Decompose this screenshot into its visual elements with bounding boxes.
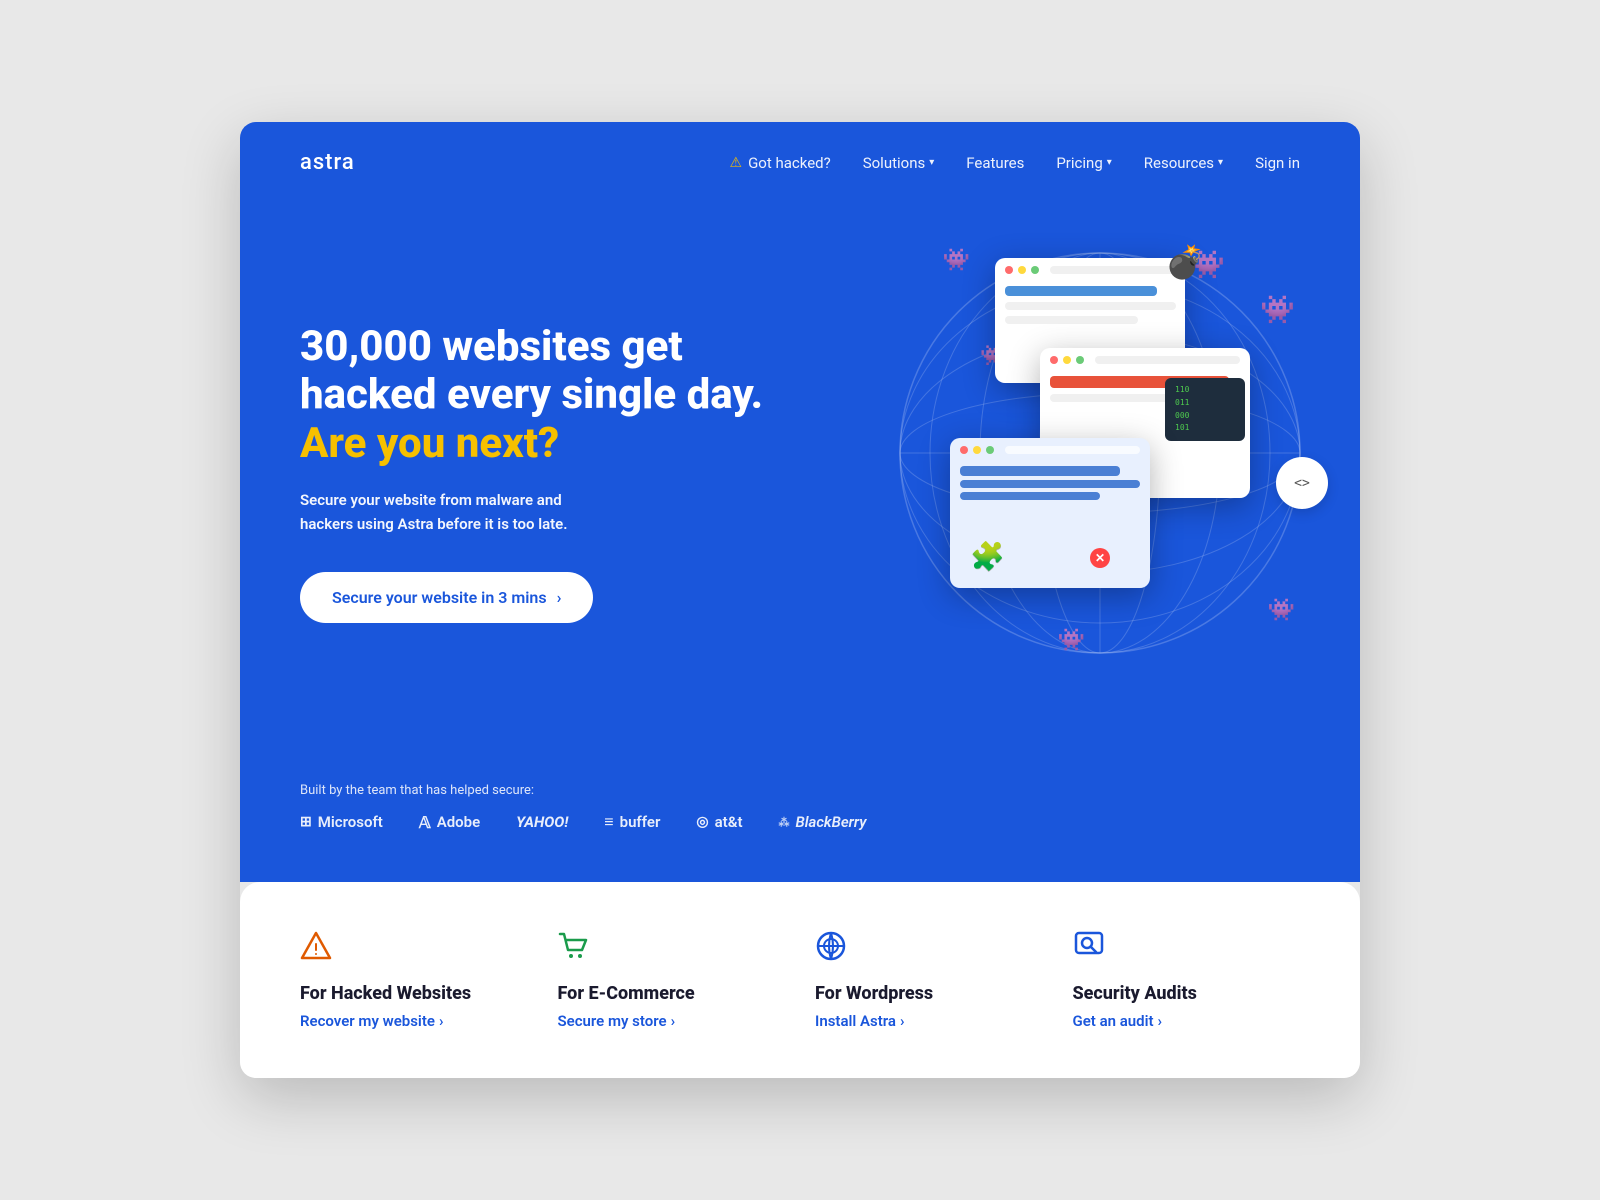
hero-title: 30,000 websites get hacked every single …	[300, 323, 800, 468]
code-arrow-icon: <>	[1294, 476, 1310, 491]
buffer-icon: ≡	[604, 812, 613, 832]
chevron-down-icon: ▾	[1107, 157, 1112, 168]
hero-text: 30,000 websites get hacked every single …	[300, 323, 800, 623]
nav-features[interactable]: Features	[966, 154, 1024, 172]
trusted-section: Built by the team that has helped secure…	[300, 763, 1300, 882]
logo-att: ◎ at&t	[696, 813, 742, 831]
warning-icon	[300, 930, 528, 969]
logo-blackberry: ⁂ BlackBerry	[779, 813, 867, 831]
bug-monster-5: 👾	[1260, 293, 1295, 326]
nav-pricing[interactable]: Pricing ▾	[1056, 154, 1111, 172]
logo-buffer: ≡ buffer	[604, 812, 660, 832]
cta-button[interactable]: Secure your website in 3 mins ›	[300, 572, 593, 623]
browser-card-3: 🧩 ✕	[950, 438, 1150, 588]
arrow-icon: ›	[671, 1012, 676, 1030]
logo-adobe: 𝔸 Adobe	[419, 813, 480, 832]
wordpress-icon	[815, 930, 1043, 969]
nav-solutions[interactable]: Solutions ▾	[863, 154, 935, 172]
nav-links: ⚠ Got hacked? Solutions ▾ Features	[730, 154, 1300, 172]
browser-window: astra ⚠ Got hacked? Solutions ▾ F	[240, 122, 1360, 1078]
logo-yahoo: YAHOO!	[516, 813, 568, 831]
arrow-icon: ›	[900, 1012, 905, 1030]
navigation: astra ⚠ Got hacked? Solutions ▾ F	[300, 122, 1300, 203]
feature-title-wordpress: For Wordpress	[815, 983, 1043, 1004]
feature-title-ecommerce: For E-Commerce	[558, 983, 786, 1004]
chevron-down-icon: ▾	[929, 157, 934, 168]
arrow-icon: ›	[557, 588, 562, 607]
hero-subtitle: Secure your website from malware andhack…	[300, 488, 800, 536]
arrow-icon: ›	[1158, 1012, 1163, 1030]
brand-logo: astra	[300, 150, 355, 175]
bug-monster-6: 👾	[1268, 598, 1295, 623]
chevron-down-icon: ▾	[1218, 157, 1223, 168]
feature-title-hacked: For Hacked Websites	[300, 983, 528, 1004]
microsoft-icon: ⊞	[300, 814, 312, 830]
search-icon	[1073, 930, 1301, 969]
nav-got-hacked[interactable]: ⚠ Got hacked?	[730, 154, 831, 172]
nav-sign-in[interactable]: Sign in	[1255, 154, 1300, 172]
feature-card-hacked: For Hacked Websites Recover my website ›	[300, 930, 528, 1030]
hero-accent-title: Are you next?	[300, 419, 559, 468]
feature-card-wordpress: For Wordpress Install Astra ›	[815, 930, 1043, 1030]
hero-section: astra ⚠ Got hacked? Solutions ▾ F	[240, 122, 1360, 882]
hero-illustration: 💣 110011000101	[800, 243, 1300, 703]
trusted-logos: ⊞ Microsoft 𝔸 Adobe YAHOO! ≡ buffer ◎ at…	[300, 812, 1300, 832]
nav-resources[interactable]: Resources ▾	[1144, 154, 1223, 172]
blackberry-icon: ⁂	[779, 816, 790, 829]
feature-link-hacked[interactable]: Recover my website ›	[300, 1012, 528, 1030]
bug-monster-4: 👾	[1058, 628, 1085, 653]
att-icon: ◎	[696, 814, 708, 830]
feature-link-wordpress[interactable]: Install Astra ›	[815, 1012, 1043, 1030]
hero-content: 30,000 websites get hacked every single …	[300, 203, 1300, 763]
feature-title-security-audits: Security Audits	[1073, 983, 1301, 1004]
feature-card-security-audits: Security Audits Get an audit ›	[1073, 930, 1301, 1030]
hero-nav-arrow[interactable]: <>	[1276, 457, 1328, 509]
feature-link-security-audits[interactable]: Get an audit ›	[1073, 1012, 1301, 1030]
bug-monster-1: 👾	[943, 248, 970, 273]
alert-icon: ⚠	[730, 155, 743, 171]
logo-microsoft: ⊞ Microsoft	[300, 813, 383, 831]
feature-link-ecommerce[interactable]: Secure my store ›	[558, 1012, 786, 1030]
arrow-icon: ›	[439, 1012, 444, 1030]
adobe-icon: 𝔸	[419, 813, 431, 832]
bottom-feature-section: For Hacked Websites Recover my website ›…	[240, 882, 1360, 1078]
trusted-label: Built by the team that has helped secure…	[300, 783, 1300, 798]
feature-card-ecommerce: For E-Commerce Secure my store ›	[558, 930, 786, 1030]
cart-icon	[558, 930, 786, 969]
